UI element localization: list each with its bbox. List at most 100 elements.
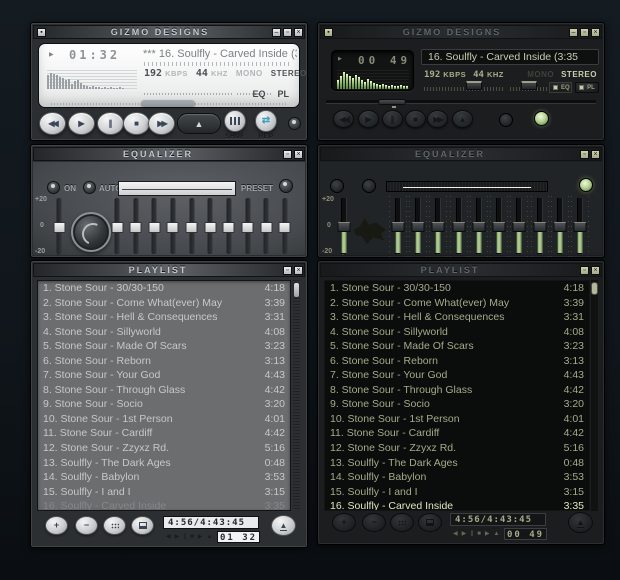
eq-band-slider[interactable] — [278, 198, 291, 254]
mini-play-icon[interactable]: ▶ — [462, 531, 467, 537]
playlist-scroll-thumb[interactable] — [591, 282, 598, 295]
playlist-track-row[interactable]: 5. Stone Sour - Made Of Scars 3:23 — [325, 339, 589, 354]
eq-band-slider[interactable] — [185, 198, 198, 254]
playlist-track-row[interactable]: 13. Soulfly - The Dark Ages 0:48 — [38, 456, 290, 471]
eq-band-slider[interactable] — [573, 198, 587, 254]
shuffle-knob[interactable] — [499, 113, 513, 127]
add-button[interactable]: + — [45, 516, 68, 535]
playlist-track-row[interactable]: 4. Stone Sour - Sillyworld 4:08 — [325, 325, 589, 340]
pause-button[interactable]: ∥ — [382, 110, 403, 128]
playlist-track-row[interactable]: 10. Stone Sour - 1st Person 4:01 — [38, 412, 290, 427]
playlist-track-row[interactable]: 7. Stone Sour - Your God 4:43 — [325, 368, 589, 383]
playlist-scrollbar[interactable] — [591, 280, 598, 511]
mini-play-icon[interactable]: ▶ — [175, 534, 180, 540]
eq-band-slider[interactable] — [452, 198, 466, 254]
playlist-track-row[interactable]: 16. Soulfly - Carved Inside 3:35 — [38, 499, 290, 510]
eq-preset-knob[interactable] — [579, 178, 593, 192]
menu-icon[interactable]: ▪ — [37, 27, 46, 37]
mini-transport[interactable]: ◀ ▶ ∥ ■ ▶ ▲ — [453, 531, 499, 537]
playlist-track-row[interactable]: 13. Soulfly - The Dark Ages 0:48 — [325, 456, 589, 471]
seek-bar[interactable] — [326, 99, 596, 108]
eq-band-slider[interactable] — [512, 198, 526, 254]
playlist-track-row[interactable]: 7. Stone Sour - Your God 4:43 — [38, 368, 290, 383]
left-main-titlebar[interactable]: ▪ GIZMO DESIGNS – ▫ × — [33, 25, 305, 39]
playlist-track-row[interactable]: 8. Stone Sour - Through Glass 4:42 — [325, 383, 589, 398]
eject-button[interactable]: ▲ — [177, 113, 221, 134]
eq-auto-knob[interactable] — [83, 181, 96, 194]
eq-band-slider[interactable] — [111, 198, 123, 254]
playlist-track-row[interactable]: 14. Soulfly - Babylon 3:53 — [38, 470, 290, 485]
mini-prev-icon[interactable]: ◀ — [453, 531, 458, 537]
eq-band-slider[interactable] — [472, 198, 486, 254]
spectrum-analyzer[interactable] — [47, 68, 137, 89]
minimize-icon[interactable]: – — [272, 27, 281, 37]
eq-on-knob[interactable] — [47, 181, 60, 194]
mini-eject-icon[interactable]: ▲ — [494, 531, 500, 537]
playlist-track-row[interactable]: 2. Stone Sour - Come What(ever) May 3:39 — [325, 296, 589, 311]
eq-band-slider[interactable] — [492, 198, 506, 254]
volume-slider[interactable] — [424, 81, 504, 91]
eq-band-slider[interactable] — [222, 198, 235, 254]
close-icon[interactable]: × — [591, 265, 600, 275]
playlist-scrollbar[interactable] — [293, 280, 300, 511]
volume-slider[interactable] — [144, 91, 232, 97]
playlist-eject-button[interactable]: ▲ — [568, 512, 593, 533]
playlist-toggle[interactable]: PL — [277, 89, 289, 99]
right-playlist-titlebar[interactable]: PLAYLIST ▫ × — [320, 263, 602, 277]
list-options-button[interactable] — [131, 516, 154, 535]
eject-button[interactable]: ▲ — [452, 110, 473, 128]
selection-button[interactable] — [390, 513, 414, 532]
volume-thumb[interactable] — [466, 81, 482, 90]
preamp-thumb[interactable] — [337, 221, 351, 232]
playlist-track-row[interactable]: 6. Stone Sour - Reborn 3:13 — [38, 354, 290, 369]
track-title-marquee[interactable]: *** 16. Soulfly - Carved Inside (3 — [143, 48, 297, 60]
close-icon[interactable]: × — [294, 149, 303, 159]
previous-button[interactable]: ◀◀ — [333, 110, 354, 128]
close-icon[interactable]: × — [591, 149, 600, 159]
preamp-slider[interactable] — [336, 198, 352, 268]
playlist-eject-button[interactable]: ▲ — [271, 515, 296, 536]
playlist-track-row[interactable]: 9. Stone Sour - Socio 3:20 — [325, 397, 589, 412]
playlist-track-row[interactable]: 4. Stone Sour - Sillyworld 4:08 — [38, 325, 290, 340]
eq-toggle[interactable]: EQ — [549, 82, 572, 93]
left-eq-titlebar[interactable]: EQUALIZER ▫ × — [33, 147, 305, 161]
play-button[interactable]: ▶ — [358, 110, 379, 128]
preamp-thumb[interactable] — [53, 221, 65, 233]
eq-auto-knob[interactable] — [362, 179, 376, 193]
stop-button[interactable]: ■ — [123, 112, 150, 135]
eq-on-knob[interactable] — [330, 179, 344, 193]
seek-thumb[interactable] — [140, 100, 195, 107]
list-options-button[interactable] — [418, 513, 442, 532]
playlist-track-row[interactable]: 10. Stone Sour - 1st Person 4:01 — [325, 412, 589, 427]
playlist-scroll-thumb[interactable] — [293, 282, 300, 298]
eq-band-slider[interactable] — [204, 198, 217, 254]
remove-button[interactable]: − — [362, 513, 386, 532]
eq-band-slider[interactable] — [391, 198, 405, 254]
left-playlist-titlebar[interactable]: PLAYLIST ▫ × — [33, 263, 305, 277]
playlist-track-row[interactable]: 11. Stone Sour - Cardiff 4:42 — [325, 426, 589, 441]
next-button[interactable]: ▶▶ — [148, 112, 175, 135]
playlist-track-row[interactable]: 14. Soulfly - Babylon 3:53 — [325, 470, 589, 485]
track-title-marquee[interactable]: 16. Soulfly - Carved Inside (3:35 — [421, 49, 599, 65]
eq-band-slider[interactable] — [260, 198, 273, 254]
eq-band-slider[interactable] — [431, 198, 445, 254]
add-button[interactable]: + — [332, 513, 356, 532]
minimize-icon[interactable]: – — [569, 27, 578, 37]
menu-icon[interactable]: ▪ — [324, 27, 333, 37]
repeat-knob[interactable] — [534, 111, 549, 126]
next-button[interactable]: ▶▶ — [427, 110, 448, 128]
close-icon[interactable]: × — [294, 27, 303, 37]
shuffle-button[interactable]: SHUF — [221, 110, 249, 140]
eq-band-slider[interactable] — [166, 198, 179, 254]
mini-transport[interactable]: ◀ ▶ ∥ ■ ▶ ▲ — [166, 534, 212, 540]
eq-toggle[interactable]: EQ — [252, 89, 265, 99]
right-eq-titlebar[interactable]: EQUALIZER ▫ × — [320, 147, 602, 161]
seek-thumb[interactable] — [378, 99, 406, 105]
balance-slider[interactable] — [510, 81, 548, 91]
windowshade-icon[interactable]: ▫ — [580, 27, 589, 37]
eq-band-slider[interactable] — [533, 198, 547, 254]
playlist-track-row[interactable]: 15. Soulfly - I and I 3:15 — [325, 485, 589, 500]
playlist-track-row[interactable]: 3. Stone Sour - Hell & Consequences 3:31 — [38, 310, 290, 325]
mini-stop-icon[interactable]: ■ — [190, 534, 194, 540]
mini-pause-icon[interactable]: ∥ — [183, 534, 186, 540]
